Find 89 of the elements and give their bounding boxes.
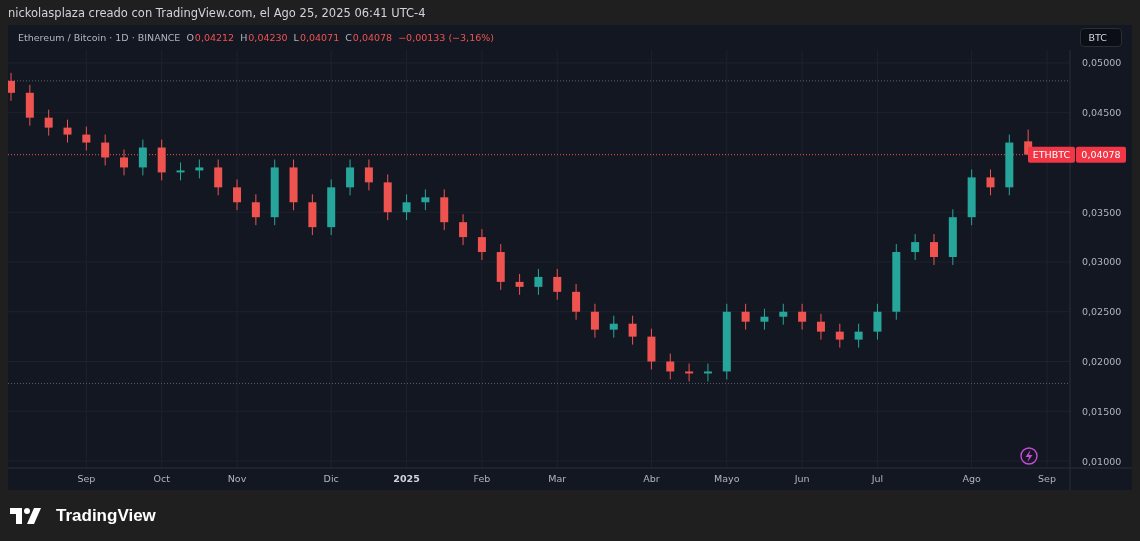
candle <box>1005 134 1014 196</box>
price-axis-label: 0,01000 <box>1082 455 1122 467</box>
candle <box>590 303 599 339</box>
candle <box>967 168 976 226</box>
ohlc-label: O <box>186 32 194 43</box>
ohlc-label: C <box>345 32 352 43</box>
candle <box>101 134 110 166</box>
candle <box>911 233 920 261</box>
candle <box>364 159 373 191</box>
chart-credit: nickolasplaza creado con TradingView.com, el Ago 25, 2025 06:41 UTC-4 <box>7 4 427 22</box>
time-axis-label: 2025 <box>393 473 420 484</box>
time-axis-label: Nov <box>227 473 247 484</box>
candle <box>873 303 882 341</box>
candle <box>8 72 15 102</box>
candle <box>251 193 260 226</box>
candle <box>63 119 72 144</box>
candle <box>835 323 844 349</box>
candle <box>685 363 694 382</box>
candle <box>854 323 863 349</box>
price-axis-label: 0,05000 <box>1082 57 1122 69</box>
candle <box>327 178 336 236</box>
time-axis-label: Sep <box>77 473 96 484</box>
candle <box>25 84 34 127</box>
candle <box>628 315 637 346</box>
candle <box>496 243 505 291</box>
candle <box>534 268 543 296</box>
candle <box>459 213 468 246</box>
price-change: −0,00133 (−3,16%) <box>398 32 494 43</box>
price-axis-label: 0,04500 <box>1082 107 1122 119</box>
symbol-badge: ETHBTC <box>1028 146 1075 163</box>
candle <box>553 268 562 301</box>
candle <box>383 173 392 221</box>
lightning-icon[interactable] <box>1020 447 1038 465</box>
candle <box>760 308 769 331</box>
candle <box>816 313 825 341</box>
brand-name: TradingView <box>56 505 156 526</box>
currency-button[interactable]: BTC <box>1079 28 1122 47</box>
candle <box>44 109 53 137</box>
candle <box>986 168 995 196</box>
candle <box>195 159 204 179</box>
symbol-title: Ethereum / Bitcoin · 1D · BINANCE <box>18 32 181 43</box>
price-axis-label: 0,03500 <box>1082 206 1122 218</box>
candle <box>176 161 185 181</box>
candle <box>138 139 147 176</box>
price-axis-label: 0,03000 <box>1082 256 1122 268</box>
time-axis-label: Jul <box>871 473 884 484</box>
candle <box>609 315 618 339</box>
candle <box>798 303 807 331</box>
candle <box>948 208 957 266</box>
time-axis-label: Sep <box>1038 473 1056 484</box>
time-axis-label: Jun <box>794 473 810 484</box>
candle <box>82 126 91 151</box>
candle <box>421 188 430 211</box>
time-axis-label: Abr <box>643 473 660 484</box>
time-axis-label: Dic <box>323 473 339 484</box>
time-axis-label: Mayo <box>714 473 740 484</box>
time-axis-label: Feb <box>473 473 491 484</box>
ohlc-label: L <box>293 32 299 43</box>
candle <box>779 303 788 326</box>
ohlc-value: 0,04078 <box>352 32 393 43</box>
candle <box>440 188 449 231</box>
price-badge: 0,04078 <box>1076 146 1126 163</box>
candle <box>214 159 223 196</box>
price-axis-label: 0,02000 <box>1082 356 1122 367</box>
candle <box>741 303 750 331</box>
ohlc-value: 0,04212 <box>194 32 235 43</box>
candle <box>930 233 938 266</box>
ohlc-value: 0,04071 <box>299 32 340 43</box>
candle <box>233 178 242 211</box>
candle <box>120 149 128 176</box>
ohlc-label: H <box>240 32 248 43</box>
candle <box>270 159 279 226</box>
candle <box>515 273 524 296</box>
candle <box>666 353 675 380</box>
candle <box>308 193 317 236</box>
time-axis-label: Ago <box>962 473 981 484</box>
candle <box>647 328 656 370</box>
candle <box>289 159 298 211</box>
candle <box>157 139 166 181</box>
candle <box>346 159 355 196</box>
time-axis-label: Oct <box>153 473 170 484</box>
price-axis-label: 0,02500 <box>1082 306 1122 318</box>
candle <box>703 363 712 382</box>
candle <box>402 193 411 221</box>
time-axis-label: Mar <box>548 473 567 484</box>
price-axis-label: 0,01500 <box>1082 405 1122 417</box>
candle <box>477 228 486 261</box>
ohlc-value: 0,04230 <box>248 32 288 43</box>
candle <box>572 283 581 321</box>
